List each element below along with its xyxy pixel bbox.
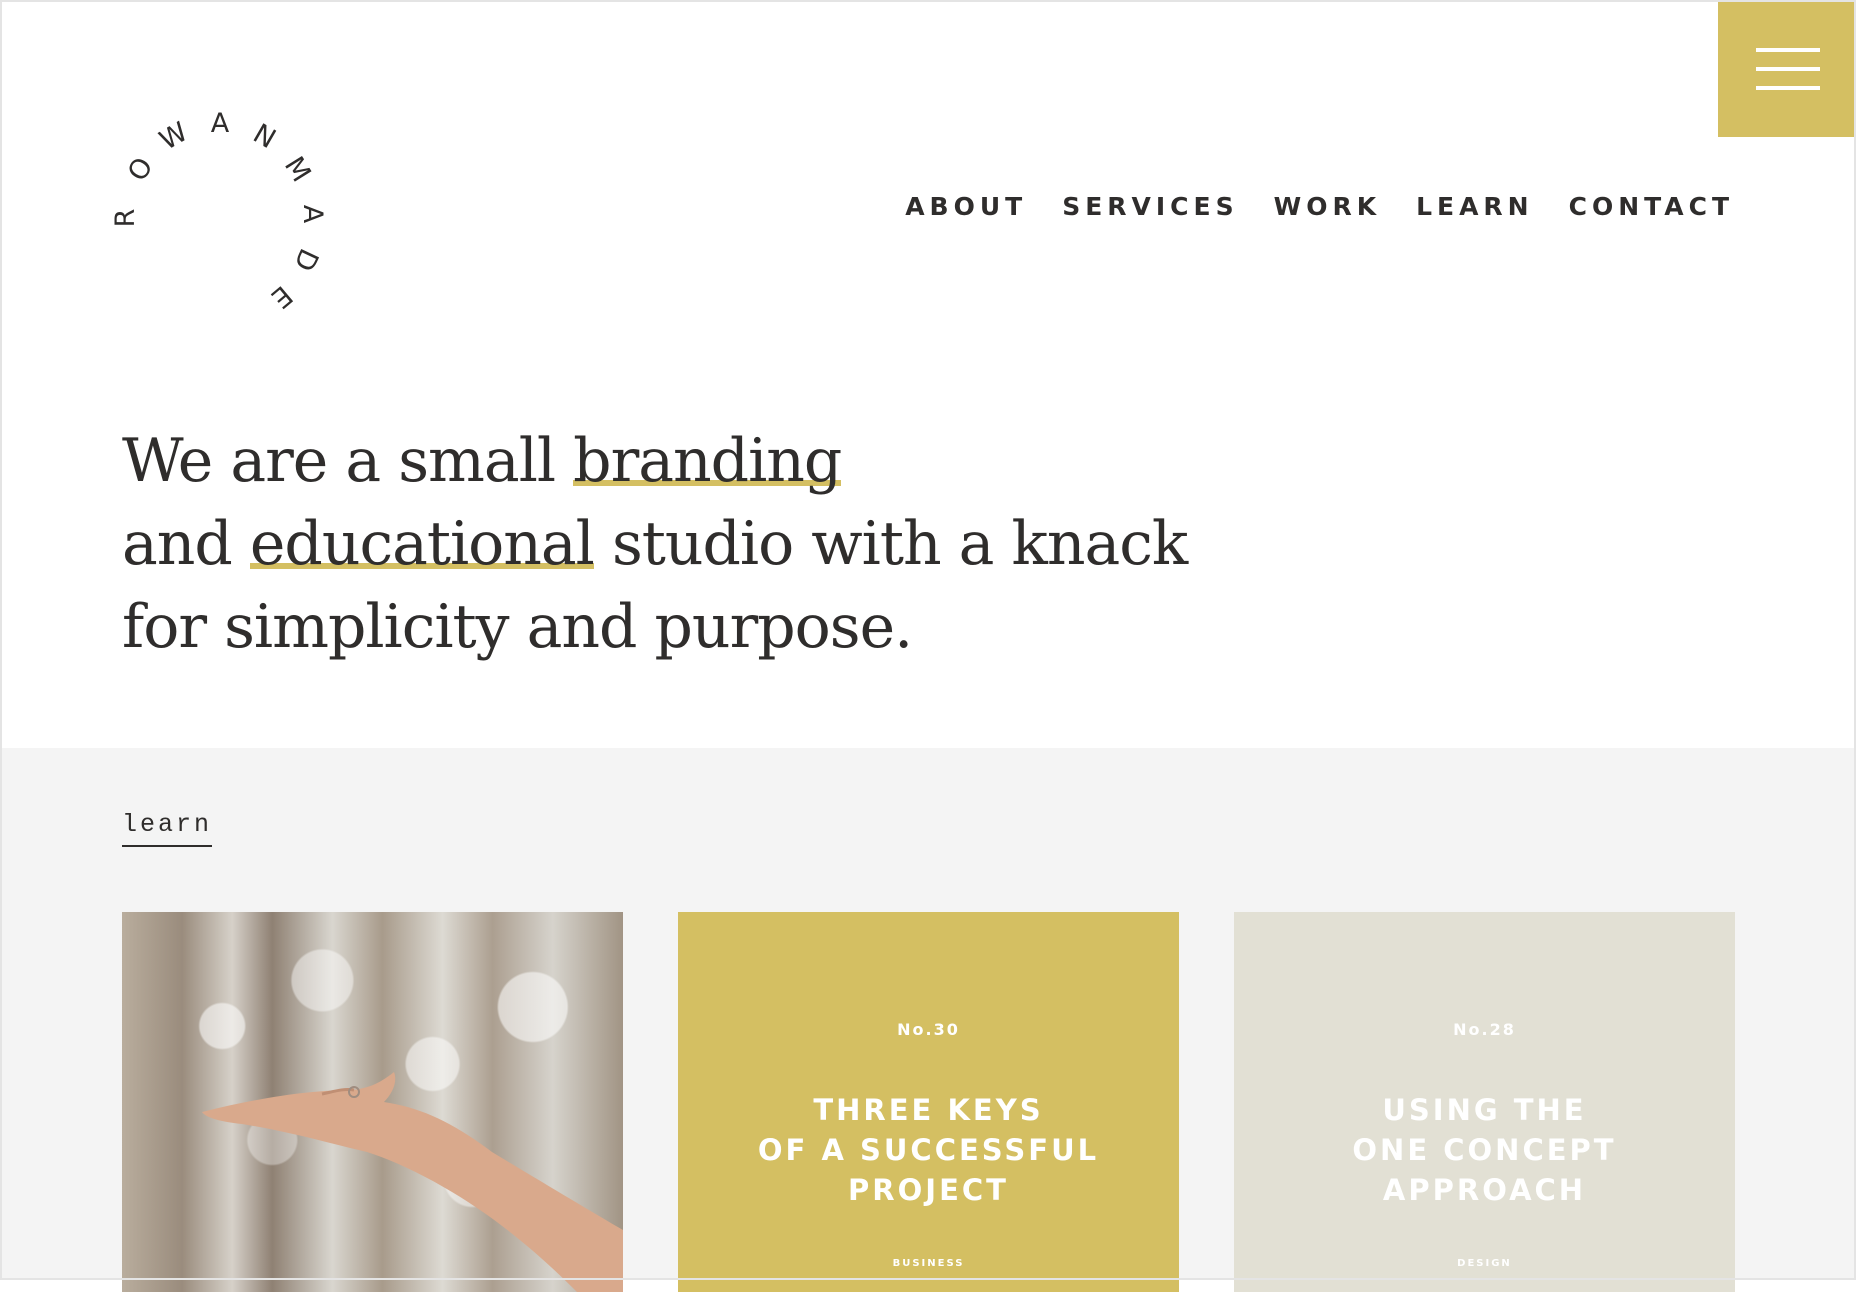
- hero-text: studio with a knack: [593, 509, 1188, 579]
- svg-text:M: M: [278, 151, 317, 187]
- learn-card-photo[interactable]: [122, 912, 623, 1292]
- learn-heading-link[interactable]: learn: [122, 810, 213, 847]
- nav-about[interactable]: ABOUT: [905, 192, 1027, 221]
- card-number: No.28: [1453, 1020, 1516, 1039]
- svg-text:N: N: [248, 118, 281, 155]
- svg-text:W: W: [154, 117, 193, 157]
- card-title: USING THE ONE CONCEPT APPROACH: [1352, 1093, 1617, 1207]
- svg-text:O: O: [122, 152, 160, 186]
- menu-button[interactable]: [1718, 0, 1856, 137]
- card-number: No.30: [897, 1020, 960, 1039]
- learn-card-no30[interactable]: No.30 THREE KEYS OF A SUCCESSFUL PROJECT…: [678, 912, 1179, 1292]
- card-category: BUSINESS: [892, 1258, 965, 1269]
- nav-learn[interactable]: LEARN: [1416, 192, 1534, 221]
- hero-text: We are a small: [122, 426, 574, 496]
- svg-text:A: A: [297, 205, 328, 224]
- main-nav: ABOUT SERVICES WORK LEARN CONTACT: [905, 192, 1734, 221]
- svg-text:A: A: [211, 110, 230, 139]
- svg-text:D: D: [287, 244, 324, 276]
- svg-text:R: R: [112, 209, 141, 228]
- learn-card-no28[interactable]: No.28 USING THE ONE CONCEPT APPROACH DES…: [1234, 912, 1735, 1292]
- nav-services[interactable]: SERVICES: [1062, 192, 1238, 221]
- hero-highlight-educational: educational: [249, 509, 595, 579]
- hero-text: for simplicity and purpose.: [122, 592, 913, 662]
- nav-contact[interactable]: CONTACT: [1569, 192, 1734, 221]
- hand-in-forest-photo: [202, 1072, 623, 1292]
- svg-text:E: E: [265, 279, 298, 314]
- hero-text: and: [122, 509, 250, 579]
- nav-work[interactable]: WORK: [1274, 192, 1381, 221]
- hero-highlight-branding: branding: [573, 426, 842, 496]
- card-title: THREE KEYS OF A SUCCESSFUL PROJECT: [757, 1093, 1100, 1207]
- rowanmade-logo[interactable]: R O W A N M A D E: [112, 110, 332, 320]
- hero-statement: We are a small branding and educational …: [122, 420, 1188, 669]
- learn-section: learn No.30 THREE KEYS OF A SUCCESSFUL P…: [0, 748, 1856, 1292]
- card-category: DESIGN: [1457, 1258, 1512, 1269]
